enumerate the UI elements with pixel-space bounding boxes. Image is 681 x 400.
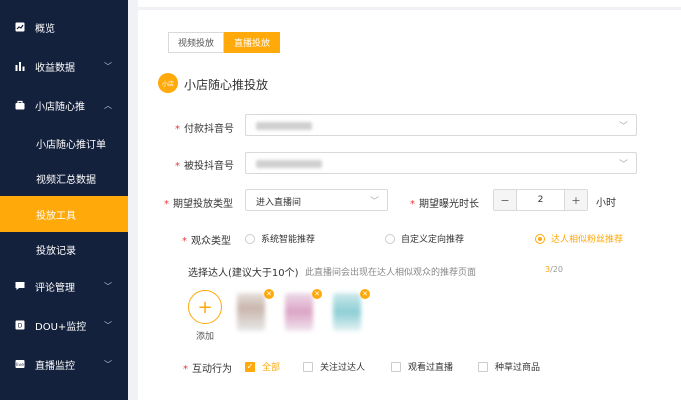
talent-avatar <box>285 293 313 331</box>
add-label: 添加 <box>196 332 215 342</box>
check-seeded-goods[interactable]: 种草过商品 <box>478 360 540 373</box>
chevron-down-icon: ﹀ <box>618 122 628 132</box>
tab-live-delivery[interactable]: 直播投放 <box>224 32 281 53</box>
bar-chart-icon <box>15 61 25 71</box>
radio-circle <box>385 233 395 244</box>
shop-logo-icon: 小店 <box>158 73 178 93</box>
tab-video-delivery[interactable]: 视频投放 <box>168 32 225 53</box>
section-title: 小店随心推投放 <box>184 78 269 92</box>
sidebar-item-delivery-tool[interactable]: 投放工具 <box>0 196 128 232</box>
comment-icon <box>15 281 25 291</box>
sidebar-item-label: 小店随心推订单 <box>36 139 106 151</box>
top-strip <box>138 0 681 7</box>
chevron-down-icon: ﹀ <box>104 320 112 330</box>
sidebar-item-video-summary[interactable]: 视频汇总数据 <box>0 160 128 196</box>
sidebar: 概览 收益数据 ﹀ 小店随心推 ︿ 小店随心推订单 视频汇总数据 投放工具 投放… <box>0 0 128 400</box>
bag-icon <box>15 100 25 110</box>
add-talent-button[interactable]: + <box>188 290 222 324</box>
plus-button[interactable]: + <box>565 190 587 210</box>
expect-type-label: * 期望投放类型 <box>164 199 233 210</box>
target-account-label: * 被投抖音号 <box>175 161 234 172</box>
sidebar-item-label: 投放记录 <box>36 245 76 257</box>
sidebar-item-shop-promote[interactable]: 小店随心推 ︿ <box>0 87 128 123</box>
sidebar-item-label: 小店随心推 <box>35 101 85 113</box>
minus-button[interactable]: − <box>494 190 516 210</box>
sidebar-item-comments[interactable]: 评论管理 ﹀ <box>0 268 128 304</box>
pay-account-select[interactable]: ﹀ <box>245 114 637 136</box>
audience-label: * 观众类型 <box>182 236 231 247</box>
sidebar-item-label: 评论管理 <box>35 282 75 294</box>
radio-system-recommend[interactable]: 系统智能推荐 <box>245 232 315 245</box>
dou-icon: D <box>15 320 25 330</box>
checkbox-checked-icon: ✓ <box>245 361 255 372</box>
sidebar-item-label: 投放工具 <box>36 210 76 222</box>
remove-talent-icon[interactable]: ✕ <box>312 289 322 299</box>
expect-type-select[interactable]: 进入直播间 ﹀ <box>245 189 388 211</box>
duration-stepper: − 2 + <box>493 189 588 211</box>
pay-account-label: * 付款抖音号 <box>175 124 234 135</box>
talent-count: 3/20 <box>545 265 563 274</box>
checkbox-icon <box>478 361 488 372</box>
check-watched-live[interactable]: 观看过直播 <box>391 360 453 373</box>
radio-similar-fans[interactable]: 达人相似粉丝推荐 <box>535 232 623 245</box>
sidebar-item-revenue[interactable]: 收益数据 ﹀ <box>0 48 128 84</box>
live-icon: live <box>15 359 25 369</box>
remove-talent-icon[interactable]: ✕ <box>360 289 370 299</box>
checkbox-icon <box>391 361 401 372</box>
sidebar-item-promote-orders[interactable]: 小店随心推订单 <box>0 125 128 161</box>
radio-circle-selected <box>535 233 545 244</box>
chevron-up-icon: ︿ <box>104 100 112 110</box>
talent-avatar <box>333 293 361 331</box>
sidebar-item-label: 概览 <box>35 23 55 35</box>
chevron-down-icon: ﹀ <box>104 281 112 291</box>
chevron-down-icon: ﹀ <box>618 160 628 170</box>
target-account-select[interactable]: ﹀ <box>245 152 637 174</box>
expect-duration-label: * 期望曝光时长 <box>410 199 479 210</box>
chart-square-icon <box>15 22 25 32</box>
svg-text:D: D <box>18 323 23 330</box>
check-followed[interactable]: 关注过达人 <box>303 360 365 373</box>
sidebar-item-delivery-records[interactable]: 投放记录 <box>0 231 128 267</box>
sidebar-item-label: 收益数据 <box>35 62 75 74</box>
remove-talent-icon[interactable]: ✕ <box>264 289 274 299</box>
check-all[interactable]: ✓ 全部 <box>245 360 280 373</box>
chevron-down-icon: ﹀ <box>104 61 112 71</box>
expect-type-value: 进入直播间 <box>256 198 302 208</box>
sidebar-item-label: 直播监控 <box>35 360 75 372</box>
talent-avatar <box>237 293 265 331</box>
delivery-tabs: 视频投放 直播投放 <box>168 32 281 53</box>
svg-text:live: live <box>16 362 24 368</box>
sidebar-item-overview[interactable]: 概览 <box>0 9 128 45</box>
radio-custom-target[interactable]: 自定义定向推荐 <box>385 232 464 245</box>
sidebar-item-dou-monitor[interactable]: D DOU+监控 ﹀ <box>0 307 128 343</box>
blurred-account <box>256 160 322 168</box>
sidebar-item-label: 视频汇总数据 <box>36 174 96 186</box>
chevron-down-icon: ﹀ <box>369 197 379 207</box>
talent-hint: 此直播间会出现在达人相似观众的推荐页面 <box>305 268 477 278</box>
duration-input[interactable]: 2 <box>516 190 565 210</box>
interaction-label: * 互动行为 <box>183 364 232 375</box>
duration-unit: 小时 <box>596 198 616 209</box>
chevron-down-icon: ﹀ <box>104 359 112 369</box>
checkbox-icon <box>303 361 313 372</box>
radio-circle <box>245 233 255 244</box>
blurred-account <box>256 122 312 130</box>
talent-title: 选择达人(建议大于10个) <box>188 268 299 279</box>
sidebar-item-label: DOU+监控 <box>35 321 87 333</box>
sidebar-item-live-monitor[interactable]: live 直播监控 ﹀ <box>0 346 128 382</box>
